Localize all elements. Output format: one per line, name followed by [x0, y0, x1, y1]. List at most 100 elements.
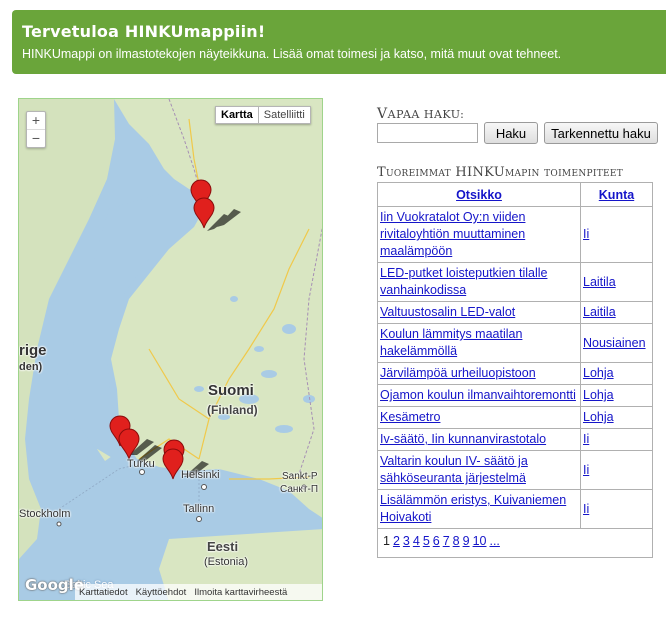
recent-actions-table: Otsikko Kunta Iin Vuokratalot Oy:n viide…: [377, 182, 653, 558]
action-title-link[interactable]: Kesämetro: [380, 410, 440, 424]
welcome-banner: Tervetuloa HINKUmappiin! HINKUmappi on i…: [12, 10, 666, 74]
row-title-cell: Valtuustosalin LED-valot: [377, 301, 581, 324]
map-footer: Karttatiedot Käyttöehdot Ilmoita karttav…: [75, 584, 322, 600]
map-type-map-button[interactable]: Kartta: [215, 106, 259, 124]
table-row: Ojamon koulun ilmanvaihtoremontti Lohja: [377, 384, 653, 407]
advanced-search-button[interactable]: Tarkennettu haku: [544, 122, 658, 144]
action-title-link[interactable]: Koulun lämmitys maatilan hakelämmöllä: [380, 327, 522, 358]
page-link[interactable]: 2: [393, 534, 400, 548]
sort-by-kunta-link[interactable]: Kunta: [599, 188, 634, 202]
table-row: Koulun lämmitys maatilan hakelämmöllä Nou…: [377, 323, 653, 363]
page-link[interactable]: 5: [423, 534, 430, 548]
row-title-cell: Lisälämmön eristys, Kuivaniemen Hoivakot…: [377, 489, 581, 529]
map-marker: [193, 197, 215, 229]
table-row: Valtarin koulun IV- säätö ja sähköseuran…: [377, 450, 653, 490]
markers[interactable]: [19, 99, 323, 601]
map-type-satellite-button[interactable]: Satelliitti: [258, 106, 311, 124]
row-kunta-cell: Lohja: [580, 384, 653, 407]
page-link[interactable]: 3: [403, 534, 410, 548]
table-row: Iv-säätö, Iin kunnanvirastotalo Ii: [377, 428, 653, 451]
label-eesti: Eesti: [207, 539, 239, 554]
map-marker: [162, 448, 184, 480]
row-kunta-cell: Laitila: [580, 301, 653, 324]
row-kunta-cell: Laitila: [580, 262, 653, 302]
row-title-cell: Kesämetro: [377, 406, 581, 429]
table-row: Kesämetro Lohja: [377, 406, 653, 429]
zoom-out-button[interactable]: −: [27, 129, 45, 147]
search-title: VAPAA HAKU:: [377, 106, 465, 122]
table-row: Järvilämpöä urheiluopistoon Lohja: [377, 362, 653, 385]
action-title-link[interactable]: LED-putket loisteputkien tilalle vanhain…: [380, 266, 547, 297]
map-data-link[interactable]: Karttatiedot: [79, 587, 128, 598]
row-kunta-cell: Ii: [580, 206, 653, 263]
recent-actions-title: Tuoreimmat HINKUmapin toimenpiteet: [377, 165, 623, 180]
pagination: 1 2 3 4 5 6 7 8 9 10...: [377, 528, 653, 558]
action-title-link[interactable]: Järvilämpöä urheiluopistoon: [380, 366, 536, 380]
row-kunta-cell: Ii: [580, 428, 653, 451]
page-link[interactable]: 4: [413, 534, 420, 548]
action-title-link[interactable]: Ojamon koulun ilmanvaihtoremontti: [380, 388, 576, 402]
banner-title: Tervetuloa HINKUmappiin!: [22, 22, 266, 41]
kunta-link[interactable]: Lohja: [583, 388, 614, 402]
kunta-link[interactable]: Ii: [583, 227, 589, 241]
label-sverige-partial: rige: [19, 342, 47, 359]
map-type-control: Kartta Satelliitti: [215, 106, 311, 124]
map-report-link[interactable]: Ilmoita karttavirheestä: [194, 587, 287, 598]
map-terms-link[interactable]: Käyttöehdot: [136, 587, 187, 598]
label-stockholm: Stockholm: [19, 508, 71, 520]
row-title-cell: Valtarin koulun IV- säätö ja sähköseuran…: [377, 450, 581, 490]
column-header-kunta: Kunta: [580, 182, 653, 207]
banner-subtitle: HINKUmappi on ilmastotekojen näyteikkuna…: [22, 47, 562, 61]
row-title-cell: LED-putket loisteputkien tilalle vanhain…: [377, 262, 581, 302]
row-kunta-cell: Ii: [580, 450, 653, 490]
page-link[interactable]: 10: [473, 534, 487, 548]
page-link[interactable]: 9: [463, 534, 470, 548]
row-kunta-cell: Nousiainen: [580, 323, 653, 363]
label-finland: (Finland): [207, 403, 258, 417]
page-more-link[interactable]: ...: [489, 534, 499, 548]
label-estonia: (Estonia): [204, 556, 249, 568]
action-title-link[interactable]: Valtuustosalin LED-valot: [380, 305, 515, 319]
label-suomi: Suomi: [208, 382, 254, 399]
row-title-cell: Ojamon koulun ilmanvaihtoremontti: [377, 384, 581, 407]
row-kunta-cell: Lohja: [580, 362, 653, 385]
table-row: Iin Vuokratalot Oy:n viiden rivitaloyhti…: [377, 206, 653, 263]
kunta-link[interactable]: Laitila: [583, 305, 616, 319]
action-title-link[interactable]: Iin Vuokratalot Oy:n viiden rivitaloyhti…: [380, 210, 525, 258]
label-sweden-partial: den): [19, 361, 43, 373]
page-link[interactable]: 6: [433, 534, 440, 548]
kunta-link[interactable]: Nousiainen: [583, 336, 646, 350]
search-input[interactable]: [377, 123, 478, 143]
page-link[interactable]: 8: [453, 534, 460, 548]
label-turku: Turku: [127, 458, 155, 470]
label-sankt-peterburg-ru: Санкт-П: [280, 484, 319, 495]
kunta-link[interactable]: Ii: [583, 463, 589, 477]
row-kunta-cell: Ii: [580, 489, 653, 529]
row-kunta-cell: Lohja: [580, 406, 653, 429]
page-link[interactable]: 7: [443, 534, 450, 548]
label-sankt-peterburg: Sankt-P: [282, 471, 318, 482]
map-marker: [118, 428, 140, 460]
row-title-cell: Iv-säätö, Iin kunnanvirastotalo: [377, 428, 581, 451]
action-title-link[interactable]: Iv-säätö, Iin kunnanvirastotalo: [380, 432, 546, 446]
kunta-link[interactable]: Ii: [583, 432, 589, 446]
sort-by-otsikko-link[interactable]: Otsikko: [456, 188, 502, 202]
kunta-link[interactable]: Laitila: [583, 275, 616, 289]
label-helsinki: Helsinki: [181, 469, 220, 481]
row-title-cell: Iin Vuokratalot Oy:n viiden rivitaloyhti…: [377, 206, 581, 263]
kunta-link[interactable]: Lohja: [583, 410, 614, 424]
table-row: Lisälämmön eristys, Kuivaniemen Hoivakot…: [377, 489, 653, 529]
map-view[interactable]: rige den) Suomi (Finland) Turku Helsinki…: [18, 98, 323, 601]
zoom-in-button[interactable]: +: [27, 112, 45, 129]
label-tallinn: Tallinn: [183, 503, 215, 515]
kunta-link[interactable]: Ii: [583, 502, 589, 516]
action-title-link[interactable]: Valtarin koulun IV- säätö ja sähköseuran…: [380, 454, 528, 485]
search-button[interactable]: Haku: [484, 122, 538, 144]
row-title-cell: Järvilämpöä urheiluopistoon: [377, 362, 581, 385]
zoom-control: + −: [26, 111, 46, 148]
column-header-otsikko: Otsikko: [377, 182, 581, 207]
kunta-link[interactable]: Lohja: [583, 366, 614, 380]
action-title-link[interactable]: Lisälämmön eristys, Kuivaniemen Hoivakot…: [380, 493, 566, 524]
recent-actions-title-text: Tuoreimmat HINKUmapin toimenpiteet: [377, 165, 624, 180]
table-row: Valtuustosalin LED-valot Laitila: [377, 301, 653, 324]
